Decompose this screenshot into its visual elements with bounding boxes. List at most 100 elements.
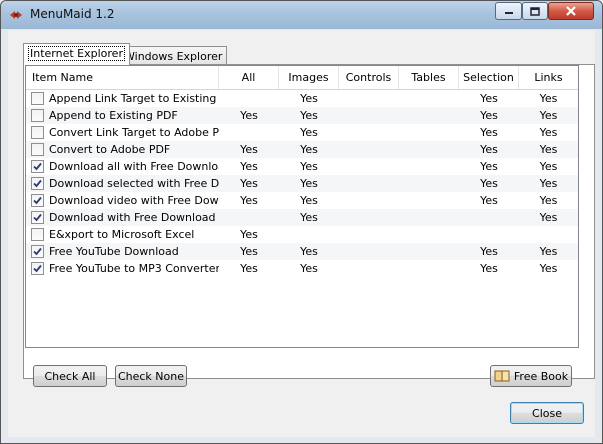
table-row[interactable]: Free YouTube to MP3 Converter Yes Yes Yes Ye… xyxy=(26,260,578,277)
app-window: MenuMaid 1.2 Internet Explorer Windows E… xyxy=(0,0,603,444)
checkmark-icon xyxy=(33,196,42,205)
minimize-button[interactable] xyxy=(495,2,522,20)
cell-controls xyxy=(339,90,399,107)
tab-label: Internet Explorer xyxy=(28,46,125,61)
cell-selection: Yes xyxy=(480,245,498,258)
cell-links: Yes xyxy=(539,92,558,105)
cell-tables xyxy=(399,107,459,124)
cell-selection: Yes xyxy=(480,177,498,190)
row-checkbox[interactable] xyxy=(31,160,44,173)
row-checkbox[interactable] xyxy=(31,228,44,241)
menu-items-list[interactable]: Item Name All Images Controls Tables Sel… xyxy=(25,65,579,348)
cell-item-name: E&xport to Microsoft Excel xyxy=(49,228,195,241)
cell-tables xyxy=(399,90,459,107)
table-row[interactable]: Download selected with Free Do... Yes Yes Y… xyxy=(26,175,578,192)
column-header-item-name[interactable]: Item Name xyxy=(26,66,219,89)
cell-item-name: Append to Existing PDF xyxy=(49,109,178,122)
cell-tables xyxy=(399,243,459,260)
table-row[interactable]: Download video with Free Down... Yes Yes Ye… xyxy=(26,192,578,209)
close-window-button[interactable] xyxy=(548,2,594,20)
cell-all: Yes xyxy=(240,109,258,122)
cell-controls xyxy=(339,124,399,141)
row-checkbox[interactable] xyxy=(31,177,44,190)
close-button[interactable]: Close xyxy=(510,402,584,424)
cell-all: Yes xyxy=(240,160,258,173)
minimize-icon xyxy=(504,12,513,14)
column-header-controls[interactable]: Controls xyxy=(339,66,399,89)
row-checkbox[interactable] xyxy=(31,92,44,105)
table-row[interactable]: Convert to Adobe PDF Yes Yes Yes Yes xyxy=(26,141,578,158)
column-header-selection[interactable]: Selection xyxy=(459,66,519,89)
cell-selection: Yes xyxy=(480,194,498,207)
cell-images: Yes xyxy=(300,262,318,275)
cell-controls xyxy=(339,192,399,209)
cell-tables xyxy=(399,260,459,277)
maximize-button[interactable] xyxy=(522,2,548,20)
tab-windows-explorer[interactable]: Windows Explorer xyxy=(119,46,228,65)
check-none-label: Check None xyxy=(117,369,185,383)
row-checkbox[interactable] xyxy=(31,109,44,122)
cell-all: Yes xyxy=(240,262,258,275)
cell-item-name: Download selected with Free Do... xyxy=(49,177,219,190)
column-header-links[interactable]: Links xyxy=(519,66,578,89)
column-header-images[interactable]: Images xyxy=(279,66,339,89)
table-row[interactable]: Download all with Free Downloa... Yes Yes Y… xyxy=(26,158,578,175)
row-checkbox[interactable] xyxy=(31,245,44,258)
check-all-button[interactable]: Check All xyxy=(33,365,107,387)
cell-links: Yes xyxy=(539,194,558,207)
cell-selection: Yes xyxy=(480,160,498,173)
cell-links: Yes xyxy=(539,109,558,122)
table-row[interactable]: Download with Free Download ... Yes Yes xyxy=(26,209,578,226)
cell-tables xyxy=(399,141,459,158)
cell-tables xyxy=(399,192,459,209)
list-header: Item Name All Images Controls Tables Sel… xyxy=(26,66,578,90)
free-book-label: Free Book xyxy=(513,369,569,383)
cell-all xyxy=(219,209,279,226)
tab-label: Windows Explorer xyxy=(124,50,223,63)
cell-controls xyxy=(339,243,399,260)
cell-links: Yes xyxy=(539,262,558,275)
table-row[interactable]: Append to Existing PDF Yes Yes Yes Yes xyxy=(26,107,578,124)
cell-tables xyxy=(399,226,459,243)
check-all-label: Check All xyxy=(44,369,96,383)
cell-selection: Yes xyxy=(480,143,498,156)
checkmark-icon xyxy=(33,264,42,273)
cell-selection xyxy=(459,209,519,226)
cell-item-name: Download all with Free Downloa... xyxy=(49,160,219,173)
row-checkbox[interactable] xyxy=(31,126,44,139)
cell-item-name: Download video with Free Down... xyxy=(49,194,219,207)
cell-item-name: Download with Free Download ... xyxy=(49,211,219,224)
table-row[interactable]: Convert Link Target to Adobe PDF Yes Yes Ye… xyxy=(26,124,578,141)
table-row[interactable]: Free YouTube Download Yes Yes Yes Yes xyxy=(26,243,578,260)
cell-links: Yes xyxy=(539,211,558,224)
tab-internet-explorer[interactable]: Internet Explorer xyxy=(23,43,130,65)
table-row[interactable]: Append Link Target to Existing P... Yes Ye… xyxy=(26,90,578,107)
cell-item-name: Free YouTube to MP3 Converter xyxy=(49,262,219,275)
cell-controls xyxy=(339,260,399,277)
free-book-button[interactable]: Free Book xyxy=(490,365,572,387)
close-label: Close xyxy=(532,406,562,420)
column-header-all[interactable]: All xyxy=(219,66,279,89)
table-row[interactable]: E&xport to Microsoft Excel Yes xyxy=(26,226,578,243)
maximize-icon xyxy=(530,6,540,16)
cell-links: Yes xyxy=(539,245,558,258)
cell-links xyxy=(519,226,578,243)
check-none-button[interactable]: Check None xyxy=(115,365,187,387)
cell-all xyxy=(219,124,279,141)
cell-selection: Yes xyxy=(480,109,498,122)
column-header-tables[interactable]: Tables xyxy=(399,66,459,89)
row-checkbox[interactable] xyxy=(31,211,44,224)
cell-selection: Yes xyxy=(480,126,498,139)
app-icon xyxy=(10,11,22,19)
row-checkbox[interactable] xyxy=(31,262,44,275)
cell-tables xyxy=(399,124,459,141)
title-bar[interactable]: MenuMaid 1.2 xyxy=(1,1,602,29)
cell-controls xyxy=(339,107,399,124)
cell-links: Yes xyxy=(539,143,558,156)
checkmark-icon xyxy=(33,162,42,171)
row-checkbox[interactable] xyxy=(31,194,44,207)
row-checkbox[interactable] xyxy=(31,143,44,156)
cell-links: Yes xyxy=(539,177,558,190)
cell-all: Yes xyxy=(240,177,258,190)
checkmark-icon xyxy=(33,247,42,256)
